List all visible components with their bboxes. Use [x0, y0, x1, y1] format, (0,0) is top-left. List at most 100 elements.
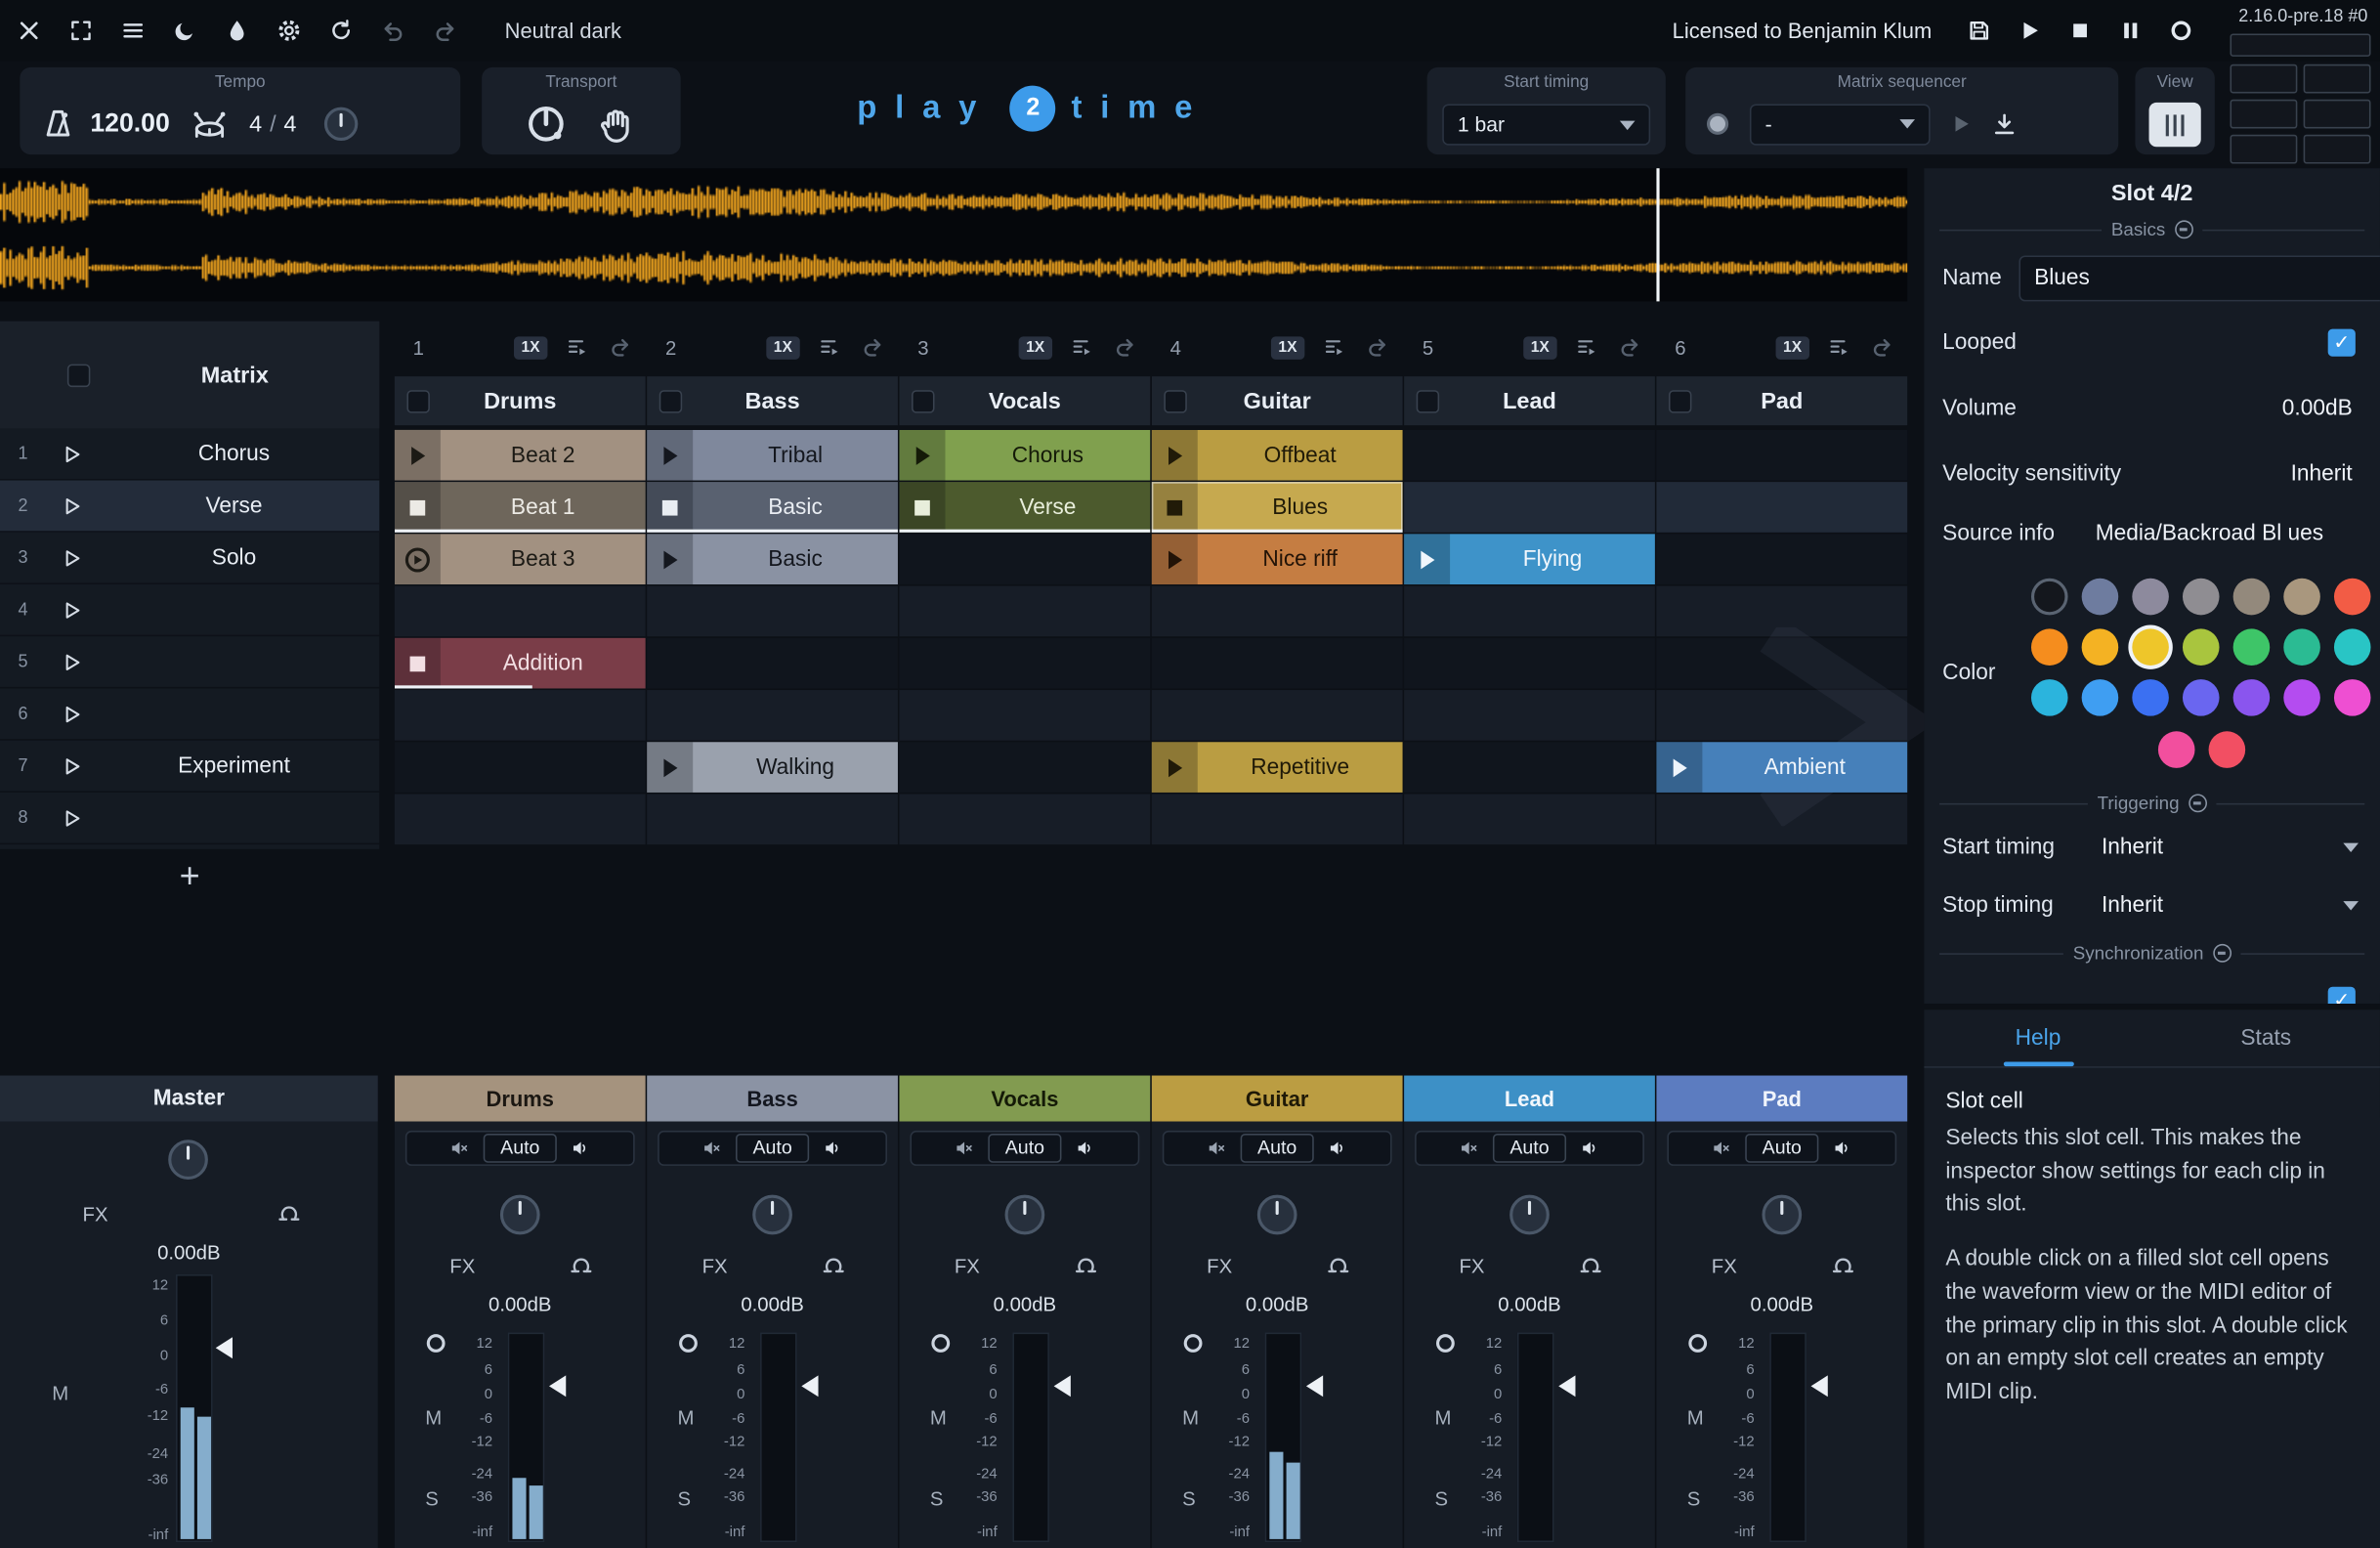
speaker-muted-icon[interactable] [1712, 1139, 1731, 1158]
auto-button[interactable]: Auto [988, 1134, 1062, 1163]
moon-icon[interactable] [171, 17, 198, 44]
redo-icon[interactable] [1618, 335, 1642, 360]
gear-icon[interactable] [276, 17, 303, 44]
speaker-muted-icon[interactable] [955, 1139, 974, 1158]
slot-cell-empty[interactable] [899, 742, 1151, 793]
routing-icon[interactable] [1326, 1253, 1350, 1277]
pause-icon[interactable] [2118, 19, 2143, 43]
auto-control[interactable]: Auto [1415, 1130, 1644, 1166]
mute-label[interactable]: M [930, 1406, 947, 1429]
slot-clip[interactable]: Addition [394, 637, 646, 689]
start-timing-value[interactable]: Inherit [2102, 836, 2163, 860]
color-swatch[interactable] [2081, 679, 2119, 716]
matrix-checkbox[interactable] [66, 363, 91, 387]
scene-play-button[interactable] [55, 801, 88, 835]
repeat-count-badge[interactable]: 1X [1270, 335, 1305, 360]
keyboard-view-button[interactable] [2148, 102, 2201, 148]
slot-clip[interactable]: Beat 2 [394, 429, 646, 481]
solo-label[interactable]: S [425, 1487, 439, 1510]
fader-handle[interactable] [1305, 1375, 1324, 1398]
slot-cell-empty[interactable] [1656, 534, 1908, 585]
stop-icon[interactable] [1151, 482, 1198, 533]
velocity-value[interactable]: Inherit [2291, 462, 2353, 487]
scene-play-button[interactable] [55, 437, 88, 470]
routing-icon[interactable] [569, 1253, 593, 1277]
slot-cell-empty[interactable] [899, 585, 1151, 637]
auto-button[interactable]: Auto [1745, 1134, 1819, 1163]
speaker-icon[interactable] [1832, 1139, 1851, 1158]
stop-timing-value[interactable]: Inherit [2102, 893, 2163, 918]
fader-handle[interactable] [1558, 1375, 1576, 1398]
solo-label[interactable]: S [1434, 1487, 1448, 1510]
color-swatch[interactable] [2333, 679, 2371, 716]
track-checkbox[interactable] [406, 389, 430, 412]
slot-cell-empty[interactable] [394, 794, 646, 845]
color-swatch[interactable] [2132, 578, 2169, 616]
play-icon[interactable] [647, 429, 694, 481]
mixer-track-header[interactable]: Drums [394, 1075, 646, 1122]
color-swatch[interactable] [2283, 679, 2320, 716]
solo-label[interactable]: S [930, 1487, 944, 1510]
save-icon[interactable] [1967, 19, 1991, 43]
speaker-icon[interactable] [823, 1139, 842, 1158]
color-swatch[interactable] [2182, 578, 2220, 616]
volume-knob[interactable] [1762, 1194, 1803, 1235]
slot-cell-empty[interactable] [394, 742, 646, 793]
arrange-icon[interactable] [819, 335, 843, 360]
scene-play-button[interactable] [55, 645, 88, 678]
tab-stats[interactable]: Stats [2152, 1010, 2380, 1066]
volume-knob[interactable] [1256, 1194, 1297, 1235]
slot-clip[interactable]: Blues [1151, 482, 1403, 533]
routing-icon[interactable] [1074, 1253, 1098, 1277]
master-volume-knob[interactable] [168, 1140, 208, 1181]
play-icon[interactable] [647, 742, 694, 793]
export-download-icon[interactable] [1991, 110, 2018, 137]
redo-icon[interactable] [431, 17, 458, 44]
stop-icon[interactable] [2068, 19, 2093, 43]
mute-label[interactable]: M [1687, 1406, 1704, 1429]
color-swatch[interactable] [2132, 628, 2169, 666]
play-icon[interactable] [899, 429, 946, 481]
mixer-track-header[interactable]: Bass [647, 1075, 898, 1122]
redo-icon[interactable] [1114, 335, 1138, 360]
color-swatch[interactable] [2081, 628, 2119, 666]
slot-cell-empty[interactable] [1151, 794, 1403, 845]
volume-knob[interactable] [499, 1194, 540, 1235]
mute-label[interactable]: M [678, 1406, 695, 1429]
chevron-down-icon[interactable] [2343, 842, 2359, 852]
play-icon[interactable] [2018, 19, 2042, 43]
speaker-muted-icon[interactable] [702, 1139, 722, 1158]
slot-cell-empty[interactable] [1404, 637, 1655, 689]
scene-play-button[interactable] [55, 489, 88, 522]
slot-cell-empty[interactable] [899, 794, 1151, 845]
fader-handle[interactable] [1810, 1375, 1828, 1398]
triggering-section-header[interactable]: Triggering [1939, 791, 2365, 815]
fader-handle[interactable] [215, 1337, 233, 1359]
looped-checkbox[interactable] [2327, 328, 2356, 357]
slot-cell-empty[interactable] [1404, 482, 1655, 533]
scene-play-button[interactable] [55, 697, 88, 730]
fader-handle[interactable] [549, 1375, 567, 1398]
redo-icon[interactable] [609, 335, 633, 360]
track-checkbox[interactable] [912, 389, 935, 412]
volume-knob[interactable] [1509, 1194, 1550, 1235]
track-checkbox[interactable] [1416, 389, 1440, 412]
track-checkbox[interactable] [1164, 389, 1187, 412]
playhead-marker[interactable] [1656, 168, 1660, 302]
add-scene-button[interactable]: + [162, 854, 217, 897]
stop-icon[interactable] [647, 482, 694, 533]
redo-icon[interactable] [1366, 335, 1390, 360]
slot-clip[interactable]: Chorus [899, 429, 1151, 481]
slot-cell-empty[interactable] [1404, 585, 1655, 637]
solo-label[interactable]: S [678, 1487, 692, 1510]
mixer-track-header[interactable]: Guitar [1151, 1075, 1403, 1122]
menu-icon[interactable] [119, 17, 147, 44]
auto-control[interactable]: Auto [910, 1130, 1140, 1166]
master-header[interactable]: Master [0, 1075, 378, 1122]
slot-clip[interactable]: Nice riff [1151, 534, 1403, 585]
slot-cell-empty[interactable] [1151, 637, 1403, 689]
auto-control[interactable]: Auto [1162, 1130, 1392, 1166]
auto-button[interactable]: Auto [736, 1134, 809, 1163]
metronome-icon[interactable] [41, 108, 74, 141]
scene-play-button[interactable] [55, 749, 88, 782]
